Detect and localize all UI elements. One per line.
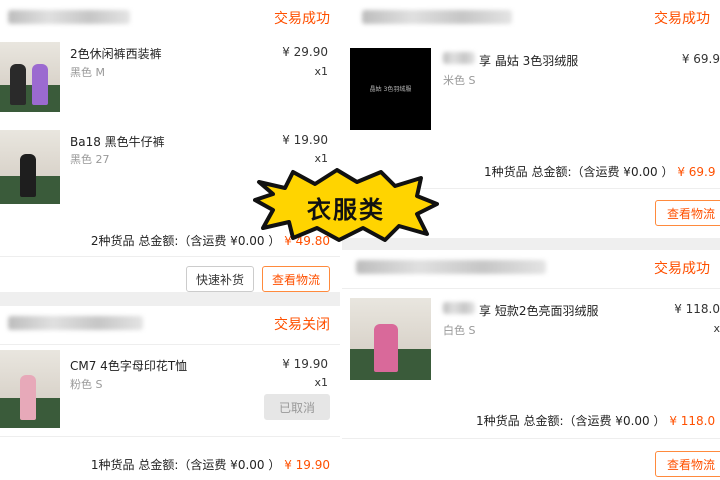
product-price: ¥ 19.90 bbox=[282, 357, 328, 371]
restock-button[interactable]: 快速补货 bbox=[186, 266, 254, 292]
order-item[interactable]: 2色休闲裤西装裤 黑色 M ¥ 29.90 x1 bbox=[0, 42, 340, 122]
product-title[interactable]: 享 短款2色亮面羽绒服 bbox=[479, 302, 598, 319]
order-item[interactable]: 享 短款2色亮面羽绒服 白色 S ¥ 118.0 x bbox=[342, 298, 720, 388]
product-price: ¥ 118.0 bbox=[674, 302, 720, 316]
order-summary: 1种货品 总金额:（含运费 ¥0.00 ） ¥ 19.90 bbox=[91, 456, 330, 473]
order-summary: 1种货品 总金额:（含运费 ¥0.00 ） ¥ 118.0 bbox=[476, 412, 715, 429]
shop-name-blurred bbox=[8, 316, 143, 330]
product-title[interactable]: Ba18 黑色牛仔裤 bbox=[70, 133, 165, 150]
product-qty: x1 bbox=[314, 152, 328, 165]
product-title[interactable]: CM7 4色字母印花T恤 bbox=[70, 357, 187, 374]
shop-name-blurred bbox=[8, 10, 130, 24]
divider bbox=[342, 438, 720, 439]
divider bbox=[0, 256, 340, 257]
product-sku: 粉色 S bbox=[70, 378, 103, 391]
shop-header[interactable]: 交易成功 bbox=[342, 250, 720, 282]
order-card: 交易成功 2色休闲裤西装裤 黑色 M ¥ 29.90 x1 Ba18 黑色牛仔裤… bbox=[0, 0, 340, 292]
order-total: ¥ 19.90 bbox=[284, 458, 330, 472]
product-sku: 黑色 M bbox=[70, 66, 105, 79]
shop-name-blurred bbox=[356, 260, 546, 274]
divider bbox=[0, 436, 340, 437]
product-thumbnail[interactable] bbox=[350, 298, 431, 380]
view-logistics-button[interactable]: 查看物流 bbox=[262, 266, 330, 292]
order-total: ¥ 69.9 bbox=[677, 165, 716, 179]
cancelled-button[interactable]: 已取消 bbox=[264, 394, 330, 420]
product-sku: 白色 S bbox=[443, 324, 476, 337]
product-price: ¥ 29.90 bbox=[282, 45, 328, 59]
shop-name-blurred bbox=[362, 10, 512, 24]
product-sku: 黑色 27 bbox=[70, 153, 110, 166]
order-summary: 1种货品 总金额:（含运费 ¥0.00 ） ¥ 69.9 bbox=[484, 163, 715, 180]
product-qty: x1 bbox=[314, 376, 328, 389]
title-prefix-blurred bbox=[443, 302, 475, 314]
divider bbox=[342, 288, 720, 289]
order-status: 交易成功 bbox=[654, 11, 710, 27]
shop-header[interactable]: 交易成功 bbox=[342, 0, 720, 32]
product-qty: x1 bbox=[314, 65, 328, 78]
order-card: 交易关闭 CM7 4色字母印花T恤 粉色 S ¥ 19.90 x1 已取消 1种… bbox=[0, 306, 340, 480]
order-item[interactable]: 晶姑 3色羽绒服 享 晶姑 3色羽绒服 米色 S ¥ 69.9 bbox=[342, 48, 720, 138]
order-card: 交易成功 享 短款2色亮面羽绒服 白色 S ¥ 118.0 x 1种货品 总金额… bbox=[342, 250, 720, 480]
order-total: ¥ 118.0 bbox=[669, 414, 716, 428]
thumbnail-caption: 晶姑 3色羽绒服 bbox=[369, 86, 412, 93]
product-price: ¥ 69.9 bbox=[681, 52, 720, 66]
divider bbox=[0, 344, 340, 345]
summary-text: 1种货品 总金额:（含运费 ¥0.00 ） bbox=[484, 165, 674, 179]
order-status: 交易关闭 bbox=[274, 317, 330, 333]
product-thumbnail[interactable] bbox=[0, 350, 60, 428]
order-status: 交易成功 bbox=[274, 11, 330, 27]
category-badge: 衣服类 bbox=[253, 168, 439, 242]
order-status: 交易成功 bbox=[654, 261, 710, 277]
product-thumbnail[interactable] bbox=[0, 42, 60, 112]
shop-header[interactable]: 交易关闭 bbox=[0, 306, 340, 338]
product-price: ¥ 19.90 bbox=[282, 133, 328, 147]
summary-text: 1种货品 总金额:（含运费 ¥0.00 ） bbox=[90, 458, 281, 472]
title-prefix-blurred bbox=[443, 52, 475, 64]
product-thumbnail[interactable] bbox=[0, 130, 60, 204]
summary-text: 1种货品 总金额:（含运费 ¥0.00 ） bbox=[476, 414, 666, 428]
summary-text: 2种货品 总金额:（含运费 ¥0.00 ） bbox=[90, 234, 281, 248]
product-sku: 米色 S bbox=[443, 74, 476, 87]
product-qty: x bbox=[713, 322, 720, 335]
view-logistics-button[interactable]: 查看物流 bbox=[655, 451, 720, 477]
badge-text: 衣服类 bbox=[307, 196, 385, 224]
product-title[interactable]: 享 晶姑 3色羽绒服 bbox=[479, 52, 578, 69]
shop-header[interactable]: 交易成功 bbox=[0, 0, 340, 32]
product-title[interactable]: 2色休闲裤西装裤 bbox=[70, 45, 162, 62]
product-thumbnail[interactable]: 晶姑 3色羽绒服 bbox=[350, 48, 431, 130]
view-logistics-button[interactable]: 查看物流 bbox=[655, 200, 720, 226]
